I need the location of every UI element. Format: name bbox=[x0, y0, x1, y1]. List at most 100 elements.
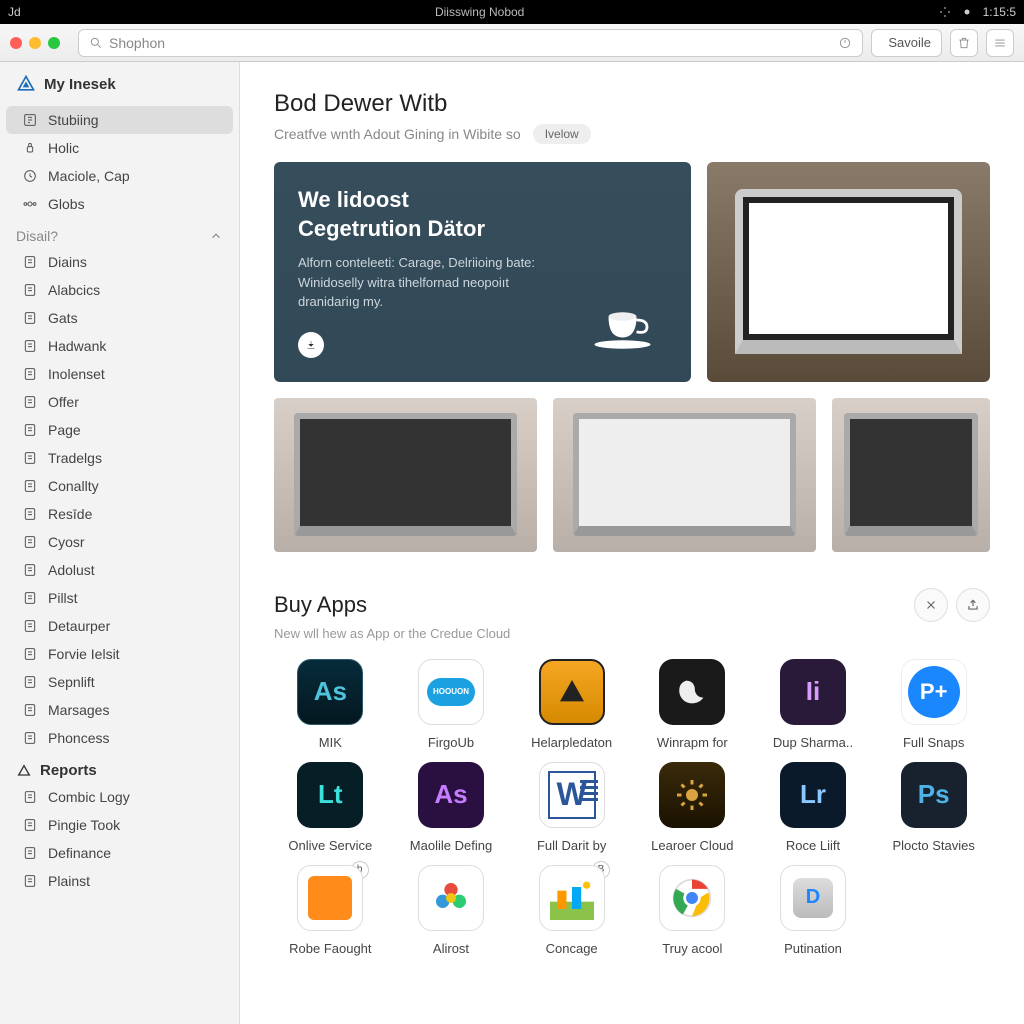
sidebar-item-icon bbox=[22, 366, 38, 382]
maximize-window[interactable] bbox=[48, 37, 60, 49]
pill-badge[interactable]: Ivelow bbox=[533, 124, 591, 144]
brand[interactable]: My Inesek bbox=[0, 74, 239, 106]
share-section-button[interactable] bbox=[956, 588, 990, 622]
sidebar-item-gats[interactable]: Gats bbox=[6, 304, 233, 332]
sidebar-item-combic-logy[interactable]: Combic Logy bbox=[6, 783, 233, 811]
sidebar-item-label: Page bbox=[48, 422, 81, 438]
sidebar-item-label: Adolust bbox=[48, 562, 95, 578]
hamburger-icon bbox=[993, 36, 1007, 50]
app-roce-liift[interactable]: LrRoce Liift bbox=[757, 762, 870, 853]
sidebar-item-icon bbox=[22, 702, 38, 718]
app-firgoub[interactable]: HOOUONFirgoUb bbox=[395, 659, 508, 750]
hero-side-image[interactable] bbox=[707, 162, 990, 382]
sidebar-item-hadwank[interactable]: Hadwank bbox=[6, 332, 233, 360]
address-bar[interactable]: Shophon bbox=[78, 29, 863, 57]
sidebar-item-adolust[interactable]: Adolust bbox=[6, 556, 233, 584]
laptop-graphic bbox=[735, 189, 962, 354]
app-label: Truy acool bbox=[662, 941, 722, 956]
sidebar-head-reports[interactable]: Reports bbox=[0, 752, 239, 783]
app-onlive-service[interactable]: LtOnlive Service bbox=[274, 762, 387, 853]
power-icon[interactable] bbox=[838, 36, 852, 50]
sidebar-item-icon bbox=[22, 506, 38, 522]
app-helarpledaton[interactable]: Helarpledaton bbox=[515, 659, 628, 750]
sidebar-item-phoncess[interactable]: Phoncess bbox=[6, 724, 233, 752]
sidebar-item-icon bbox=[22, 282, 38, 298]
hero-title: We lidoostCegetrution Dätor bbox=[298, 186, 667, 243]
app-label: Winrapm for bbox=[657, 735, 728, 750]
app-icon bbox=[659, 659, 725, 725]
sidebar-item-pingie-took[interactable]: Pingie Took bbox=[6, 811, 233, 839]
sidebar-item-stubling[interactable]: Stubiing bbox=[6, 106, 233, 134]
sidebar-item-icon bbox=[22, 394, 38, 410]
sidebar-item-label: Forvie Ielsit bbox=[48, 646, 120, 662]
sidebar-item-inolenset[interactable]: Inolenset bbox=[6, 360, 233, 388]
sidebar-item-pillst[interactable]: Pillst bbox=[6, 584, 233, 612]
sidebar-item-label: Marsages bbox=[48, 702, 109, 718]
menubar-title: Diisswing Nobod bbox=[21, 5, 939, 19]
sidebar-item-holic[interactable]: Holic bbox=[6, 134, 233, 162]
app-dup-sharma-[interactable]: IiDup Sharma.. bbox=[757, 659, 870, 750]
sidebar-item-marsages[interactable]: Marsages bbox=[6, 696, 233, 724]
app-label: Helarpledaton bbox=[531, 735, 612, 750]
sidebar-item-diains[interactable]: Diains bbox=[6, 248, 233, 276]
sidebar-item-tradelgs[interactable]: Tradelgs bbox=[6, 444, 233, 472]
app-mik[interactable]: AsMIK bbox=[274, 659, 387, 750]
app-robe-faought[interactable]: bRobe Faought bbox=[274, 865, 387, 956]
sidebar-item-conallty[interactable]: Conallty bbox=[6, 472, 233, 500]
thumbnail-1[interactable] bbox=[274, 398, 537, 552]
sidebar-item-icon bbox=[22, 873, 38, 889]
app-full-snaps[interactable]: P+Full Snaps bbox=[877, 659, 990, 750]
thumbnail-row bbox=[274, 398, 990, 552]
sidebar-item-globs[interactable]: Globs bbox=[6, 190, 233, 218]
reload-save-button[interactable]: Savoile bbox=[871, 29, 942, 57]
sidebar-item-cyosr[interactable]: Cyosr bbox=[6, 528, 233, 556]
sidebar-item-label: Combic Logy bbox=[48, 789, 130, 805]
app-concage[interactable]: BConcage bbox=[515, 865, 628, 956]
sidebar-item-icon bbox=[22, 562, 38, 578]
sidebar-item-label: Detaurper bbox=[48, 618, 110, 634]
app-icon bbox=[418, 865, 484, 931]
menubar: Jd Diisswing Nobod 1:15:5 bbox=[0, 0, 1024, 24]
thumbnail-3[interactable] bbox=[832, 398, 990, 552]
hero-download-button[interactable] bbox=[298, 332, 324, 358]
app-truy-acool[interactable]: Truy acool bbox=[636, 865, 749, 956]
sidebar-item-icon bbox=[22, 450, 38, 466]
close-window[interactable] bbox=[10, 37, 22, 49]
sidebar-item-label: Gats bbox=[48, 310, 78, 326]
sidebar-item-icon bbox=[22, 478, 38, 494]
close-section-button[interactable] bbox=[914, 588, 948, 622]
sidebar-item-alabcics[interactable]: Alabcics bbox=[6, 276, 233, 304]
sidebar-item-definance[interactable]: Definance bbox=[6, 839, 233, 867]
sidebar-item-page[interactable]: Page bbox=[6, 416, 233, 444]
trash-button[interactable] bbox=[950, 29, 978, 57]
window-controls[interactable] bbox=[10, 37, 60, 49]
app-winrapm-for[interactable]: Winrapm for bbox=[636, 659, 749, 750]
sidebar-item-label: Pillst bbox=[48, 590, 78, 606]
menubar-left: Jd bbox=[8, 5, 21, 19]
hero-card[interactable]: We lidoostCegetrution Dätor Alforn conte… bbox=[274, 162, 691, 382]
app-icon: D bbox=[780, 865, 846, 931]
search-icon bbox=[89, 36, 103, 50]
app-alirost[interactable]: Alirost bbox=[395, 865, 508, 956]
app-learoer-cloud[interactable]: Learoer Cloud bbox=[636, 762, 749, 853]
sidebar-item-detaurper[interactable]: Detaurper bbox=[6, 612, 233, 640]
app-plocto-stavies[interactable]: PsPlocto Stavies bbox=[877, 762, 990, 853]
sidebar-item-plainst[interactable]: Plainst bbox=[6, 867, 233, 895]
menu-button[interactable] bbox=[986, 29, 1014, 57]
sidebar-item-res-de[interactable]: Resīde bbox=[6, 500, 233, 528]
minimize-window[interactable] bbox=[29, 37, 41, 49]
sidebar-item-sepnlift[interactable]: Sepnlift bbox=[6, 668, 233, 696]
app-full-darit-by[interactable]: WFull Darit by bbox=[515, 762, 628, 853]
page-title: Bod Dewer Witb bbox=[274, 90, 990, 118]
sidebar-item-offer[interactable]: Offer bbox=[6, 388, 233, 416]
thumbnail-2[interactable] bbox=[553, 398, 816, 552]
app-maolile-defing[interactable]: AsMaolile Defing bbox=[395, 762, 508, 853]
app-label: Alirost bbox=[433, 941, 469, 956]
sidebar-item-forvie-ielsit[interactable]: Forvie Ielsit bbox=[6, 640, 233, 668]
sidebar-item-label: Pingie Took bbox=[48, 817, 120, 833]
app-putination[interactable]: DPutination bbox=[757, 865, 870, 956]
sidebar-item-maciole[interactable]: Maciole, Cap bbox=[6, 162, 233, 190]
content: Bod Dewer Witb Creatfve wnth Adout Ginin… bbox=[240, 62, 1024, 1024]
sidebar-section-disail[interactable]: Disail? bbox=[0, 218, 239, 248]
app-icon bbox=[659, 762, 725, 828]
